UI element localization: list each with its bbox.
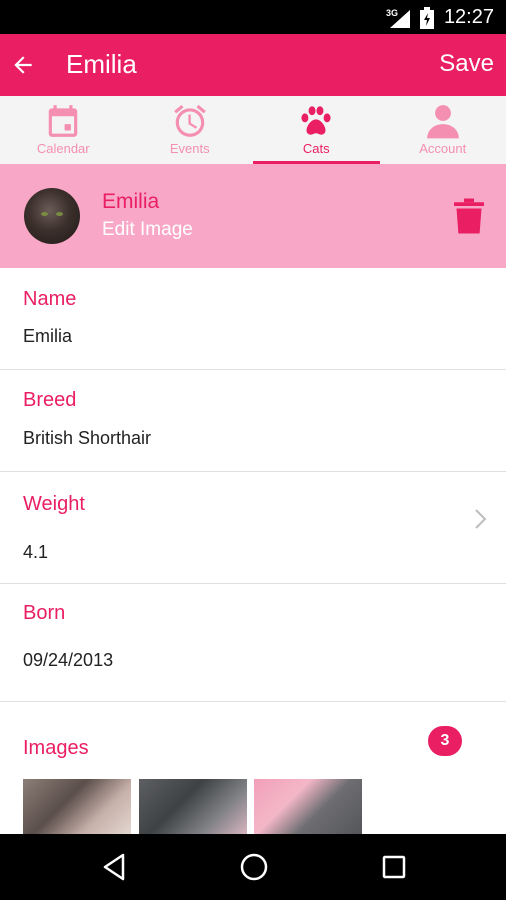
born-field[interactable]: Born 09/24/2013 xyxy=(0,584,506,702)
weight-field[interactable]: Weight 4.1 xyxy=(0,472,506,584)
trash-icon[interactable] xyxy=(454,198,484,234)
cat-image-thumbnail[interactable] xyxy=(23,779,131,834)
weight-label: Weight xyxy=(23,493,85,515)
name-field[interactable]: Name Emilia xyxy=(0,268,506,370)
tab-label: Account xyxy=(419,141,467,156)
tab-calendar[interactable]: Calendar xyxy=(0,96,127,164)
back-triangle-icon[interactable] xyxy=(101,852,127,882)
tab-label: Cats xyxy=(302,141,330,156)
tab-cats[interactable]: Cats xyxy=(253,96,380,164)
weight-value[interactable]: 4.1 xyxy=(23,542,48,563)
cat-avatar[interactable] xyxy=(24,188,80,244)
signal-icon xyxy=(390,10,410,28)
name-value[interactable]: Emilia xyxy=(23,326,72,347)
name-label: Name xyxy=(23,288,77,310)
back-arrow-icon[interactable] xyxy=(10,52,36,78)
alarm-clock-icon xyxy=(173,104,206,137)
images-label: Images xyxy=(23,737,89,759)
breed-value[interactable]: British Shorthair xyxy=(23,428,151,449)
calendar-icon xyxy=(49,105,78,137)
paw-icon xyxy=(301,106,331,135)
clock: 12:27 xyxy=(443,6,494,28)
page-title: Emilia xyxy=(66,49,137,79)
born-label: Born xyxy=(23,602,66,624)
save-button[interactable]: Save xyxy=(439,50,494,78)
tab-events[interactable]: Events xyxy=(127,96,254,164)
person-icon xyxy=(426,105,459,139)
tab-label: Events xyxy=(169,141,210,156)
breed-field[interactable]: Breed British Shorthair xyxy=(0,370,506,472)
breed-label: Breed xyxy=(23,389,77,411)
chevron-right-icon[interactable] xyxy=(474,508,488,530)
cat-name: Emilia xyxy=(102,190,160,213)
recents-square-icon[interactable] xyxy=(381,852,407,882)
app-bar: Emilia Save xyxy=(0,34,506,96)
born-value[interactable]: 09/24/2013 xyxy=(23,650,113,671)
cat-image-thumbnail[interactable] xyxy=(139,779,247,834)
cat-profile-header: Emilia Edit Image xyxy=(0,164,506,268)
images-count-badge: 3 xyxy=(428,726,462,756)
home-circle-icon[interactable] xyxy=(239,852,269,882)
battery-icon xyxy=(420,7,434,29)
avatar-eye xyxy=(56,212,63,216)
avatar-eye xyxy=(41,212,48,216)
status-bar: 3G 12:27 xyxy=(0,0,506,34)
tab-bar: Calendar Events Cats Account xyxy=(0,96,506,164)
tab-account[interactable]: Account xyxy=(380,96,506,164)
cat-image-thumbnail[interactable] xyxy=(254,779,362,834)
tab-label: Calendar xyxy=(36,141,90,156)
edit-image-button[interactable]: Edit Image xyxy=(102,219,193,241)
system-nav-bar xyxy=(0,834,506,900)
